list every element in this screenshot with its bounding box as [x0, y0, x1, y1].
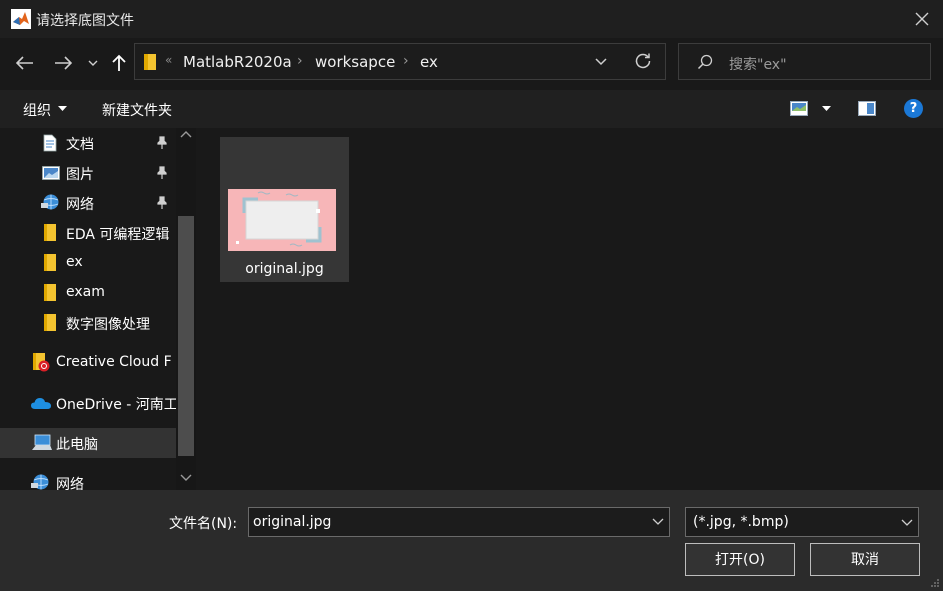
- filename-input[interactable]: [248, 507, 670, 537]
- arrow-right-icon: [55, 56, 72, 70]
- nav-item-label: 网络: [56, 477, 84, 490]
- breadcrumb-separator[interactable]: ›: [297, 53, 303, 69]
- network-icon: [31, 474, 49, 490]
- nav-item-ex[interactable]: ex: [0, 248, 176, 278]
- scroll-down-icon[interactable]: [180, 474, 192, 482]
- nav-scrollbar[interactable]: [176, 128, 196, 490]
- breadcrumb-separator[interactable]: ›: [403, 53, 409, 69]
- file-type-select[interactable]: (*.jpg, *.bmp): [685, 507, 919, 537]
- document-icon: [43, 134, 57, 152]
- chevron-down-icon[interactable]: [652, 518, 664, 525]
- command-bar: 组织 新建文件夹 ?: [0, 90, 943, 128]
- image-thumbnail: [228, 189, 336, 251]
- breadcrumb-overflow[interactable]: «: [165, 53, 172, 67]
- nav-item-label: 此电脑: [56, 437, 98, 453]
- search-placeholder: 搜索"ex": [729, 57, 787, 73]
- navigation-pane: 文档 图片 网络 EDA 可编程逻辑 ex exam 数字图像处理 Creati…: [0, 128, 196, 490]
- breadcrumb-worksapce[interactable]: worksapce: [315, 53, 395, 71]
- arrow-up-icon: [112, 54, 126, 71]
- nav-item-label: EDA 可编程逻辑: [66, 227, 170, 243]
- scroll-up-icon[interactable]: [180, 130, 192, 138]
- help-button[interactable]: ?: [904, 99, 923, 118]
- folder-icon: [144, 54, 156, 70]
- pin-icon[interactable]: [156, 196, 168, 210]
- scrollbar-thumb[interactable]: [178, 216, 194, 456]
- picture-icon: [42, 166, 60, 180]
- caret-down-icon[interactable]: [58, 106, 67, 111]
- nav-item-network[interactable]: 网络: [0, 468, 176, 490]
- nav-item-label: Creative Cloud F: [56, 354, 172, 370]
- nav-item-label: OneDrive - 河南工: [56, 397, 178, 413]
- onedrive-icon: [31, 398, 51, 409]
- up-button[interactable]: [106, 48, 132, 78]
- pin-icon[interactable]: [156, 136, 168, 150]
- folder-icon: [44, 224, 56, 241]
- refresh-icon[interactable]: [633, 51, 653, 71]
- nav-item-label: 文档: [66, 137, 94, 153]
- creative-cloud-folder-icon: [33, 353, 50, 372]
- new-folder-button[interactable]: 新建文件夹: [102, 100, 172, 120]
- pin-icon[interactable]: [156, 166, 168, 180]
- computer-icon: [32, 434, 52, 450]
- folder-icon: [44, 284, 56, 301]
- nav-item-label: exam: [66, 284, 105, 300]
- network-icon: [41, 194, 59, 210]
- breadcrumb-ex[interactable]: ex: [420, 53, 438, 71]
- search-icon: [697, 54, 713, 70]
- chevron-down-icon: [88, 60, 98, 66]
- chevron-down-icon: [901, 519, 913, 526]
- window-title: 请选择底图文件: [36, 13, 134, 29]
- nav-item-label: 网络: [66, 197, 94, 213]
- nav-item-pictures[interactable]: 图片: [0, 158, 176, 188]
- search-box[interactable]: 搜索"ex": [678, 43, 931, 80]
- caret-down-icon[interactable]: [822, 106, 831, 111]
- arrow-left-icon: [16, 56, 33, 70]
- address-bar[interactable]: « MatlabR2020a › worksapce › ex: [134, 43, 666, 80]
- nav-item-this-pc[interactable]: 此电脑: [0, 428, 176, 458]
- forward-button[interactable]: [48, 48, 78, 78]
- open-button[interactable]: 打开(O): [685, 543, 795, 576]
- back-button[interactable]: [10, 48, 40, 78]
- nav-item-creative-cloud[interactable]: Creative Cloud F: [0, 348, 176, 378]
- dialog-footer: 文件名(N): (*.jpg, *.bmp) 打开(O) 取消: [0, 490, 943, 591]
- file-name: original.jpg: [245, 261, 324, 277]
- file-list: original.jpg: [196, 128, 943, 490]
- file-type-value: (*.jpg, *.bmp): [693, 514, 789, 530]
- nav-item-exam[interactable]: exam: [0, 278, 176, 308]
- chevron-down-icon[interactable]: [593, 53, 609, 69]
- folder-icon: [44, 254, 56, 271]
- organize-button[interactable]: 组织: [23, 100, 51, 120]
- nav-item-label: 数字图像处理: [66, 317, 150, 333]
- matlab-icon: [11, 9, 31, 29]
- nav-item-documents[interactable]: 文档: [0, 128, 176, 158]
- nav-item-label: 图片: [66, 167, 94, 183]
- folder-icon: [44, 314, 56, 331]
- breadcrumb-matlab[interactable]: MatlabR2020a: [183, 53, 292, 71]
- nav-item-image-processing[interactable]: 数字图像处理: [0, 308, 176, 338]
- close-icon: [915, 12, 929, 26]
- recent-locations-button[interactable]: [85, 48, 101, 78]
- nav-item-onedrive[interactable]: OneDrive - 河南工: [0, 388, 178, 418]
- title-bar: 请选择底图文件: [0, 0, 943, 38]
- preview-pane-icon[interactable]: [858, 101, 876, 116]
- file-item[interactable]: original.jpg: [220, 137, 349, 282]
- view-options-icon[interactable]: [790, 101, 808, 116]
- nav-item-network-quick[interactable]: 网络: [0, 188, 176, 218]
- resize-grip-icon[interactable]: [930, 578, 940, 588]
- cancel-button[interactable]: 取消: [810, 543, 920, 576]
- nav-item-label: ex: [66, 254, 83, 270]
- close-button[interactable]: [908, 6, 936, 32]
- filename-label: 文件名(N):: [169, 516, 238, 532]
- nav-item-eda[interactable]: EDA 可编程逻辑: [0, 218, 176, 248]
